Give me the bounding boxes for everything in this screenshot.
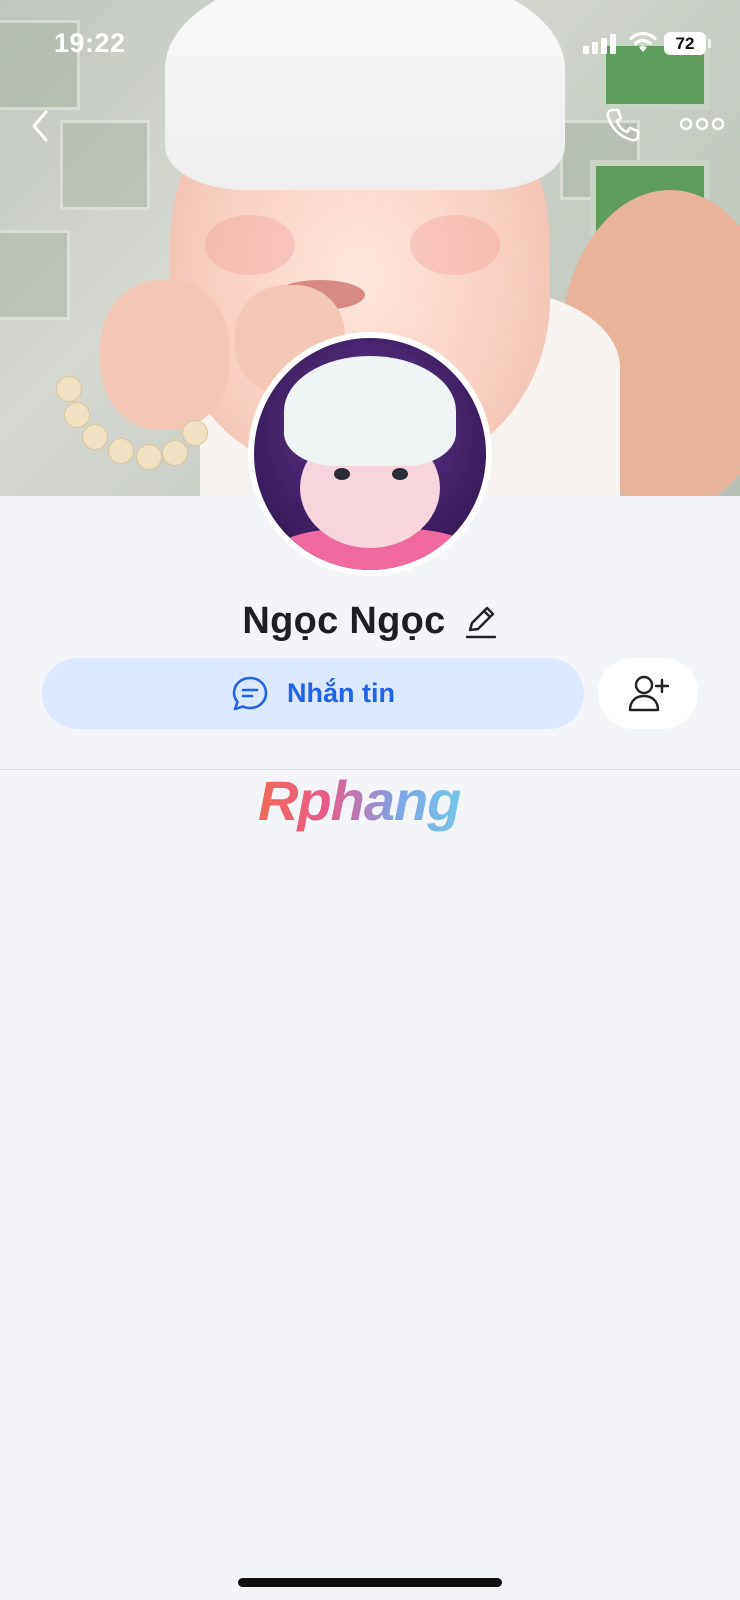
status-time: 19:22 [54,28,126,58]
bracelet-bead [82,424,108,450]
chevron-left-icon[interactable] [26,108,56,144]
pencil-icon[interactable] [464,604,498,640]
bracelet-bead [64,402,90,428]
floor-tile [0,230,70,320]
bracelet-bead [162,440,188,466]
message-button-label: Nhắn tin [287,678,395,708]
avatar-hat [284,356,456,466]
bracelet-bead [56,376,82,402]
more-horizontal-icon[interactable] [680,116,724,132]
bracelet-bead [182,420,208,446]
bracelet-bead [108,438,134,464]
cellular-signal-icon [583,34,619,54]
phone-icon[interactable] [604,106,642,144]
cover-hand [100,280,230,430]
bracelet-bead [136,444,162,470]
cover-cheek [205,215,295,275]
add-friend-button[interactable] [598,658,698,729]
watermark-logo: Rphang [258,768,488,840]
wifi-icon [629,31,657,52]
profile-name-row: Ngọc Ngọc [0,596,740,646]
profile-name: Ngọc Ngọc [242,599,446,642]
chat-bubble-icon [232,676,268,710]
profile-avatar[interactable] [248,332,492,576]
battery-indicator: 72 [664,32,711,55]
avatar-photo [254,338,486,570]
avatar-eye [334,468,350,480]
floor-tile [60,120,150,210]
status-bar: 19:22 72 [0,0,740,90]
cover-cheek [410,215,500,275]
add-user-icon [628,675,669,711]
home-indicator[interactable] [238,1578,502,1587]
avatar-eye [392,468,408,480]
message-button[interactable]: Nhắn tin [42,658,584,729]
